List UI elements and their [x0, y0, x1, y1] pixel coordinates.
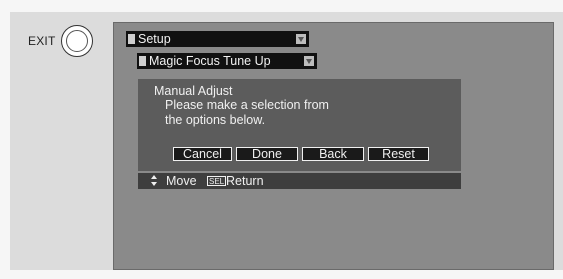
reset-button[interactable]: Reset [368, 147, 429, 161]
dialog-button-row: Cancel Done Back Reset [173, 147, 429, 161]
menu-marker-icon [139, 56, 146, 66]
setup-menu-bar[interactable]: Setup [126, 31, 309, 47]
return-hint-label: Return [226, 174, 264, 188]
magic-focus-menu-bar[interactable]: Magic Focus Tune Up [137, 53, 317, 69]
exit-label: EXIT [28, 34, 56, 48]
dialog-message-line-2: the options below. [165, 113, 266, 127]
menu-marker-icon [128, 34, 135, 44]
exit-button[interactable] [61, 25, 93, 57]
cancel-button[interactable]: Cancel [173, 147, 232, 161]
setup-menu-title: Setup [138, 32, 171, 46]
up-down-arrow-icon [151, 175, 157, 187]
dialog-title: Manual Adjust [154, 84, 233, 98]
sel-key-icon: SEL [207, 176, 227, 186]
move-hint-label: Move [166, 174, 197, 188]
dialog-message-line-1: Please make a selection from [165, 98, 329, 112]
magic-focus-menu-title: Magic Focus Tune Up [149, 54, 271, 68]
done-button[interactable]: Done [236, 147, 298, 161]
dropdown-arrow-icon [304, 56, 314, 66]
dropdown-arrow-icon [296, 34, 306, 44]
navigation-hint-bar: Move SEL Return [138, 173, 461, 189]
back-button[interactable]: Back [302, 147, 364, 161]
